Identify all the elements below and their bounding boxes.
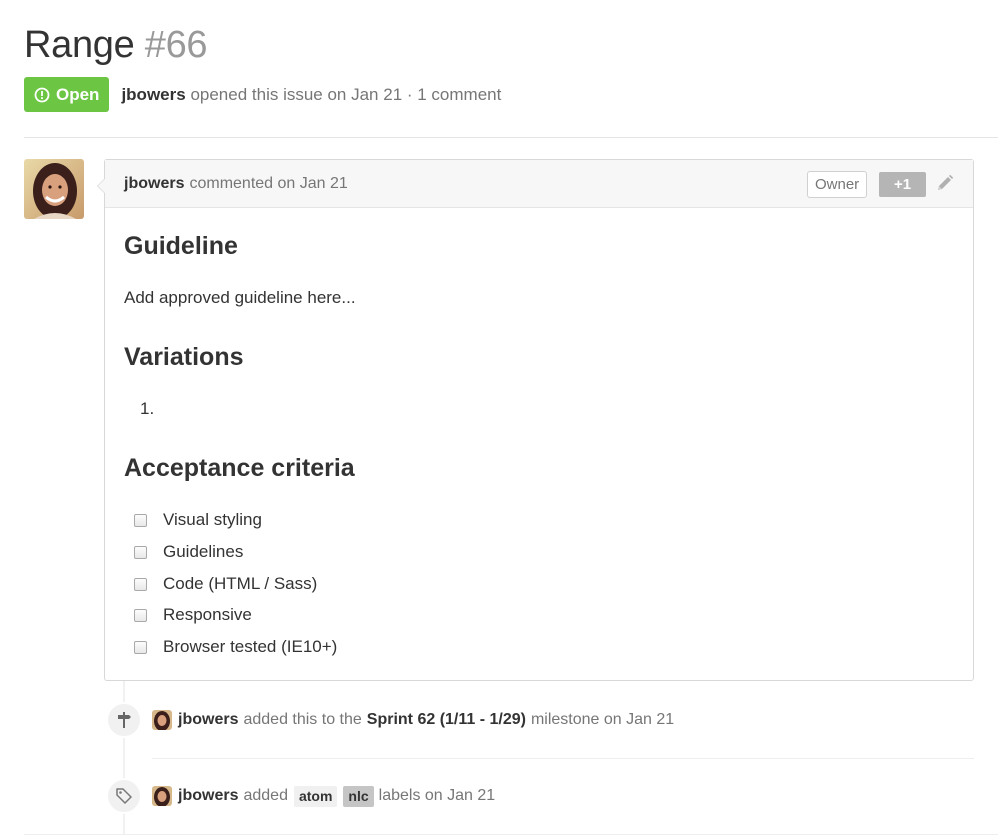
label-atom[interactable]: atom: [293, 785, 338, 807]
task-item: Responsive: [134, 605, 252, 625]
actor-link[interactable]: jbowers: [178, 711, 238, 729]
avatar[interactable]: [152, 786, 172, 806]
avatar[interactable]: [24, 159, 84, 219]
list-item: 1.: [140, 399, 155, 418]
timeline-divider: [152, 758, 974, 759]
header-divider: [24, 137, 998, 138]
comment-box: jbowers commented on Jan 21 Owner +1 Gui…: [97, 159, 974, 681]
task-checkbox[interactable]: [134, 545, 147, 559]
actor-link[interactable]: jbowers: [178, 787, 238, 805]
pencil-icon[interactable]: [935, 173, 955, 193]
task-checkbox[interactable]: [134, 640, 147, 654]
issue-meta-rest: opened this issue on Jan 21 · 1 comment: [190, 84, 502, 104]
timeline-label-event: jbowers added atom nlc labels on Jan 21: [106, 778, 495, 814]
task-label: Guidelines: [163, 542, 244, 561]
issue-title: Range #66: [24, 22, 208, 68]
task-label: Code (HTML / Sass): [163, 574, 318, 593]
state-label: Open: [56, 84, 100, 104]
task-label: Browser tested (IE10+): [163, 637, 338, 656]
issue-meta-text: jbowers opened this issue on Jan 21 · 1 …: [121, 85, 501, 105]
event-text: labels on Jan 21: [378, 787, 496, 804]
comment-author-link[interactable]: jbowers: [124, 175, 184, 193]
milestone-icon: [118, 712, 131, 728]
task-item: Code (HTML / Sass): [134, 574, 317, 594]
issue-title-text: Range: [24, 24, 135, 66]
reaction-button[interactable]: +1: [879, 172, 926, 197]
event-text: added: [243, 787, 288, 804]
guideline-text: Add approved guideline here...: [124, 288, 356, 307]
owner-badge: Owner: [807, 171, 868, 198]
heading-variations: Variations: [124, 343, 244, 371]
label-nlc[interactable]: nlc: [343, 785, 374, 807]
task-item: Browser tested (IE10+): [134, 637, 337, 657]
milestone-badge: [106, 702, 142, 738]
task-checkbox[interactable]: [134, 608, 147, 622]
timeline-milestone-event: jbowers added this to the Sprint 62 (1/1…: [106, 702, 674, 738]
issue-meta: Open jbowers opened this issue on Jan 21…: [24, 77, 501, 112]
heading-guideline: Guideline: [124, 232, 238, 260]
label-badge: [106, 778, 142, 814]
state-badge: Open: [24, 77, 110, 112]
tag-icon: [116, 788, 132, 804]
event-text: added this to the: [243, 711, 362, 728]
comment-action: commented on Jan 21: [189, 174, 348, 192]
task-checkbox[interactable]: [134, 577, 147, 591]
task-item: Visual styling: [134, 510, 262, 530]
comment-header: jbowers commented on Jan 21 Owner +1: [105, 160, 973, 208]
task-checkbox[interactable]: [134, 513, 147, 527]
task-label: Visual styling: [163, 510, 262, 529]
issue-number: #66: [144, 24, 208, 66]
avatar[interactable]: [152, 710, 172, 730]
task-item: Guidelines: [134, 542, 243, 562]
event-text: milestone on Jan 21: [530, 711, 675, 728]
issue-author-link[interactable]: jbowers: [121, 85, 185, 104]
heading-acceptance: Acceptance criteria: [124, 454, 355, 482]
task-label: Responsive: [163, 605, 252, 624]
issue-opened-icon: [34, 87, 50, 102]
milestone-link[interactable]: Sprint 62 (1/11 - 1/29): [367, 711, 526, 729]
